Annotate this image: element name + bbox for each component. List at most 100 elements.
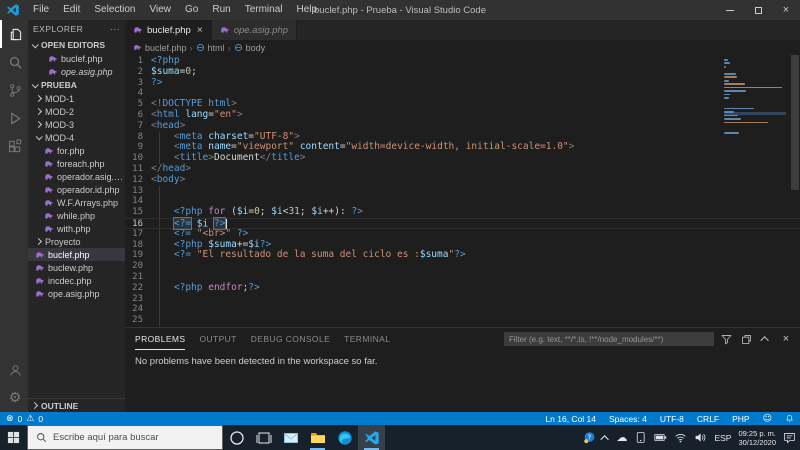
- tab-buclef.php[interactable]: buclef.php ×: [125, 20, 212, 40]
- tree-folder-mod-2[interactable]: MOD-2: [28, 105, 125, 118]
- code-line-15[interactable]: 15 <?php for ($i=0; $i<31; $i++): ?>: [125, 206, 800, 218]
- battery-icon[interactable]: [654, 431, 667, 444]
- wifi-icon[interactable]: [674, 431, 687, 444]
- menu-edit[interactable]: Edit: [56, 0, 87, 20]
- tree-file-foreach.php[interactable]: foreach.php: [28, 157, 125, 170]
- activity-extensions-button[interactable]: [0, 132, 28, 160]
- tree-file-ope.asig.php[interactable]: ope.asig.php: [28, 287, 125, 300]
- taskbar-vscode-button[interactable]: [358, 425, 385, 450]
- tree-file-w.f.arrays.php[interactable]: W.F.Arrays.php: [28, 196, 125, 209]
- tree-file-buclew.php[interactable]: buclew.php: [28, 261, 125, 274]
- open-in-editor-icon[interactable]: [738, 331, 754, 347]
- activity-settings-button[interactable]: ⚙: [0, 384, 28, 412]
- problems-status[interactable]: ⊗ 0 ⚠ 0: [6, 414, 43, 424]
- taskbar-file-explorer-button[interactable]: [304, 425, 331, 450]
- feedback-icon[interactable]: ☺: [763, 414, 772, 424]
- editor-scrollbar[interactable]: [790, 55, 800, 327]
- open-editor-item[interactable]: ope.asig.php: [28, 65, 125, 78]
- problems-filter-input[interactable]: Filter (e.g. text, **/*.ts, !**/node_mod…: [504, 332, 714, 346]
- device-icon[interactable]: [634, 431, 647, 444]
- code-line-22[interactable]: 22 <?php endfor;?>: [125, 282, 800, 294]
- breadcrumb[interactable]: buclef.php › html › body: [125, 40, 800, 55]
- code-line-20[interactable]: 20: [125, 261, 800, 272]
- more-actions-icon[interactable]: ···: [110, 24, 120, 34]
- menu-file[interactable]: File: [26, 0, 56, 20]
- action-center-icon[interactable]: [783, 431, 796, 444]
- code-line-23[interactable]: 23: [125, 293, 800, 305]
- encoding[interactable]: UTF-8: [660, 414, 684, 424]
- tree-file-operador.asig.php[interactable]: operador.asig.php: [28, 170, 125, 183]
- tree-file-while.php[interactable]: while.php: [28, 209, 125, 222]
- menu-selection[interactable]: Selection: [87, 0, 142, 20]
- chevron-up-icon[interactable]: [600, 434, 610, 444]
- filter-icon[interactable]: [718, 331, 734, 347]
- speaker-icon[interactable]: [694, 431, 707, 444]
- code-line-11[interactable]: 11 </head>: [125, 163, 800, 175]
- tree-file-with.php[interactable]: with.php: [28, 222, 125, 235]
- tree-file-buclef.php[interactable]: buclef.php: [28, 248, 125, 261]
- minimap[interactable]: [724, 59, 786, 146]
- activity-explorer-button[interactable]: [0, 20, 28, 48]
- workspace-header[interactable]: PRUEBA: [28, 78, 125, 92]
- indentation[interactable]: Spaces: 4: [609, 414, 647, 424]
- menu-view[interactable]: View: [143, 0, 179, 20]
- breadcrumb-segment[interactable]: body: [246, 43, 266, 53]
- close-button[interactable]: ×: [772, 0, 800, 20]
- taskbar-edge-button[interactable]: [331, 425, 358, 450]
- code-line-1[interactable]: 1 <?php: [125, 55, 800, 67]
- panel-tab-output[interactable]: OUTPUT: [199, 328, 236, 350]
- activity-search-button[interactable]: [0, 48, 28, 76]
- menu-go[interactable]: Go: [178, 0, 205, 20]
- tree-folder-mod-4[interactable]: MOD-4: [28, 131, 125, 144]
- tree-file-incdec.php[interactable]: incdec.php: [28, 274, 125, 287]
- code-line-2[interactable]: 2 $suma=0;: [125, 66, 800, 78]
- close-panel-icon[interactable]: ×: [778, 331, 794, 347]
- menu-terminal[interactable]: Terminal: [238, 0, 290, 20]
- help-badge-icon[interactable]: ?: [583, 431, 596, 444]
- symbol-element-icon: [196, 43, 205, 52]
- tree-folder-mod-3[interactable]: MOD-3: [28, 118, 125, 131]
- taskbar-mail-button[interactable]: [277, 425, 304, 450]
- code-line-10[interactable]: 10 <title>Document</title>: [125, 152, 800, 164]
- tree-folder-mod-1[interactable]: MOD-1: [28, 92, 125, 105]
- eol-sequence[interactable]: CRLF: [697, 414, 719, 424]
- notifications-bell-icon[interactable]: [785, 414, 794, 423]
- panel-tab-problems[interactable]: PROBLEMS: [135, 328, 186, 350]
- maximize-panel-icon[interactable]: [758, 331, 774, 347]
- tree-file-for.php[interactable]: for.php: [28, 144, 125, 157]
- activity-accounts-button[interactable]: [0, 356, 28, 384]
- close-tab-icon[interactable]: ×: [197, 25, 203, 36]
- breadcrumb-segment[interactable]: buclef.php: [145, 43, 187, 53]
- activity-source-control-button[interactable]: [0, 76, 28, 104]
- code-line-3[interactable]: 3 ?>: [125, 77, 800, 89]
- tree-file-operador.id.php[interactable]: operador.id.php: [28, 183, 125, 196]
- tab-ope.asig.php[interactable]: ope.asig.php: [211, 20, 298, 40]
- code-line-6[interactable]: 6 <html lang="en">: [125, 109, 800, 121]
- taskbar-task-view-button[interactable]: [250, 425, 277, 450]
- panel-tab-terminal[interactable]: TERMINAL: [344, 328, 390, 350]
- taskbar-search-input[interactable]: Escribe aquí para buscar: [27, 425, 223, 450]
- cloud-icon[interactable]: ☁: [616, 431, 627, 444]
- open-editors-header[interactable]: OPEN EDITORS: [28, 38, 125, 52]
- restore-button[interactable]: [744, 0, 772, 20]
- code-line-19[interactable]: 19 <?= "El resultado de la suma del cicl…: [125, 249, 800, 262]
- minimize-button[interactable]: [716, 0, 744, 20]
- cursor-position[interactable]: Ln 16, Col 14: [545, 414, 596, 424]
- panel-tab-debug-console[interactable]: DEBUG CONSOLE: [251, 328, 330, 350]
- menu-run[interactable]: Run: [205, 0, 237, 20]
- code-editor[interactable]: 1 <?php 2 $suma=0; 3 ?> 4 5 <!DOCTYPE html> 6 <htm…: [125, 55, 800, 327]
- keyboard-language[interactable]: ESP: [714, 433, 731, 443]
- taskbar-clock[interactable]: 09:25 p. m. 30/12/2020: [738, 429, 776, 447]
- code-line-25[interactable]: 25: [125, 315, 800, 326]
- language-mode[interactable]: PHP: [732, 414, 749, 424]
- tree-folder-proyecto[interactable]: Proyecto: [28, 235, 125, 248]
- code-line-24[interactable]: 24: [125, 304, 800, 316]
- taskbar-cortana-button[interactable]: [223, 425, 250, 450]
- outline-header[interactable]: OUTLINE: [28, 398, 125, 412]
- open-editor-item[interactable]: buclef.php: [28, 52, 125, 65]
- start-button[interactable]: [0, 425, 27, 450]
- activity-run-debug-button[interactable]: [0, 104, 28, 132]
- breadcrumb-segment[interactable]: html: [208, 43, 225, 53]
- code-line-13[interactable]: 13: [125, 185, 800, 197]
- code-line-12[interactable]: 12 <body>: [125, 174, 800, 186]
